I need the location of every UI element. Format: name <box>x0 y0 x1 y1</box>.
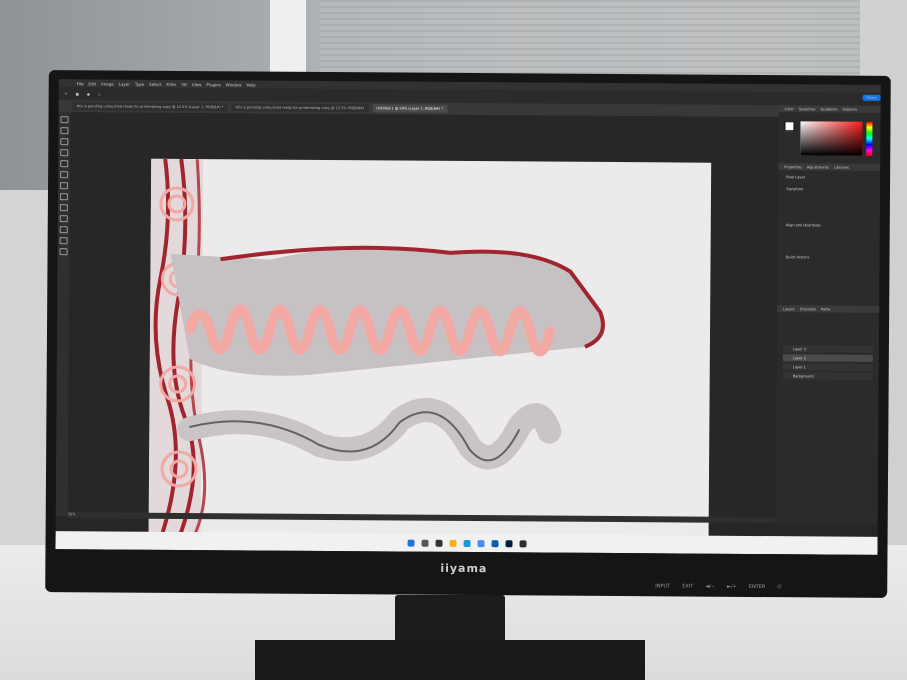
type-tool-icon[interactable] <box>59 226 68 234</box>
tab-channels[interactable]: Channels <box>800 307 816 311</box>
tab-paths[interactable]: Paths <box>821 307 831 311</box>
input-button[interactable]: INPUT <box>655 583 670 589</box>
task-view-icon[interactable] <box>435 539 443 547</box>
foreground-color-swatch[interactable] <box>784 121 795 132</box>
zoom-tool-icon[interactable] <box>59 248 68 256</box>
artwork <box>148 158 605 540</box>
monitor-brand: iiyama <box>440 561 488 576</box>
power-icon[interactable]: ⏻ <box>777 584 781 590</box>
outlook-icon[interactable] <box>491 539 499 547</box>
gradient-tool-icon[interactable] <box>59 204 68 212</box>
tab-adjustments[interactable]: Adjustments <box>807 165 829 169</box>
tab-gradients[interactable]: Gradients <box>820 107 837 111</box>
pen-tool-icon[interactable] <box>59 215 68 223</box>
canvas[interactable] <box>148 158 712 543</box>
taskbar <box>55 531 878 555</box>
file-explorer-icon[interactable] <box>449 539 457 547</box>
marquee-tool-icon[interactable] <box>60 127 69 135</box>
tab-color[interactable]: Color <box>785 107 794 111</box>
tab-document-2[interactable]: this is pending untouched ready for prin… <box>231 103 369 113</box>
zoom-level: 50% <box>67 512 76 517</box>
eraser-tool-icon[interactable] <box>59 193 68 201</box>
hand-tool-icon[interactable] <box>59 237 68 245</box>
tab-swatches[interactable]: Swatches <box>799 107 816 111</box>
layer-row[interactable]: Layer 2 <box>782 354 873 362</box>
search-icon[interactable] <box>421 539 429 547</box>
transform-label: Transform <box>786 187 804 192</box>
menu-item[interactable]: Type <box>135 81 144 86</box>
menu-item[interactable]: Select <box>149 81 161 86</box>
plus-button[interactable]: ►/+ <box>727 584 737 590</box>
properties-panel-tabs: Properties Adjustments Libraries <box>778 163 881 171</box>
tab-document-1[interactable]: this is pending untouched ready for prin… <box>72 102 228 112</box>
edge-browser-icon[interactable] <box>463 539 471 547</box>
color-panel-tabs: Color Swatches Gradients Patterns <box>778 105 881 113</box>
layer-row[interactable]: Layer 1 <box>782 363 873 371</box>
menu-item[interactable]: Image <box>101 81 114 86</box>
quick-actions-label: Quick Actions <box>785 255 810 260</box>
eyedropper-tool-icon[interactable] <box>60 160 69 168</box>
photoshop-icon[interactable] <box>505 539 513 547</box>
grey-wave <box>177 398 562 470</box>
exit-button[interactable]: EXIT <box>682 584 693 590</box>
windows-start-icon[interactable] <box>407 539 415 547</box>
hue-slider[interactable] <box>866 121 873 156</box>
enter-button[interactable]: ENTER <box>749 584 766 590</box>
clone-tool-icon[interactable] <box>60 182 69 190</box>
tab-patterns[interactable]: Patterns <box>843 107 857 111</box>
monitor-stand <box>395 595 505 645</box>
tab-layers[interactable]: Layers <box>783 307 795 311</box>
menu-item[interactable]: File <box>77 81 84 86</box>
layer-row[interactable]: Layer 3 <box>782 345 873 353</box>
menu-item[interactable]: Window <box>226 82 242 87</box>
menu-item[interactable]: Plugins <box>206 82 220 87</box>
window-blind <box>320 0 860 78</box>
workspace <box>67 112 779 543</box>
mode-option[interactable]: ■ <box>76 92 79 96</box>
flow-option[interactable]: ○ <box>98 92 101 96</box>
lasso-tool-icon[interactable] <box>60 138 69 146</box>
tab-properties[interactable]: Properties <box>784 165 802 169</box>
menu-item[interactable]: Filter <box>166 81 176 86</box>
brush-icon[interactable]: ✎ <box>65 92 68 96</box>
opacity-option[interactable]: ● <box>87 92 90 96</box>
screen: File Edit Image Layer Type Select Filter… <box>55 79 881 555</box>
move-tool-icon[interactable] <box>60 116 69 124</box>
layers-panel-tabs: Layers Channels Paths <box>777 305 881 313</box>
menu-item[interactable]: Help <box>247 82 256 87</box>
brush-tool-icon[interactable] <box>60 171 69 179</box>
pixel-layer-label: Pixel Layer <box>786 175 806 180</box>
menu-item[interactable]: Layer <box>119 81 130 86</box>
window-pillar <box>270 0 306 80</box>
right-panels: Color Swatches Gradients Patterns Proper… <box>775 105 881 524</box>
monitor-stand-base <box>255 640 645 680</box>
tab-document-3[interactable]: Untitled-1 @ 50% (Layer 1, RGB/8#) * <box>372 104 448 113</box>
share-button[interactable]: Share <box>862 94 881 101</box>
app-icon[interactable] <box>519 539 527 547</box>
align-label: Align and Distribute <box>785 223 821 228</box>
monitor: File Edit Image Layer Type Select Filter… <box>45 70 891 598</box>
menu-item[interactable]: Edit <box>88 81 96 86</box>
tab-libraries[interactable]: Libraries <box>834 165 849 169</box>
crop-tool-icon[interactable] <box>60 149 69 157</box>
menu-item[interactable]: 3D <box>181 81 187 86</box>
layer-row[interactable]: Background <box>782 372 873 380</box>
chrome-icon[interactable] <box>477 539 485 547</box>
menu-item[interactable]: View <box>192 82 202 87</box>
monitor-buttons: INPUT EXIT ◄/− ►/+ ENTER ⏻ <box>655 583 781 590</box>
color-picker-field[interactable] <box>800 121 863 156</box>
minus-button[interactable]: ◄/− <box>705 584 715 590</box>
